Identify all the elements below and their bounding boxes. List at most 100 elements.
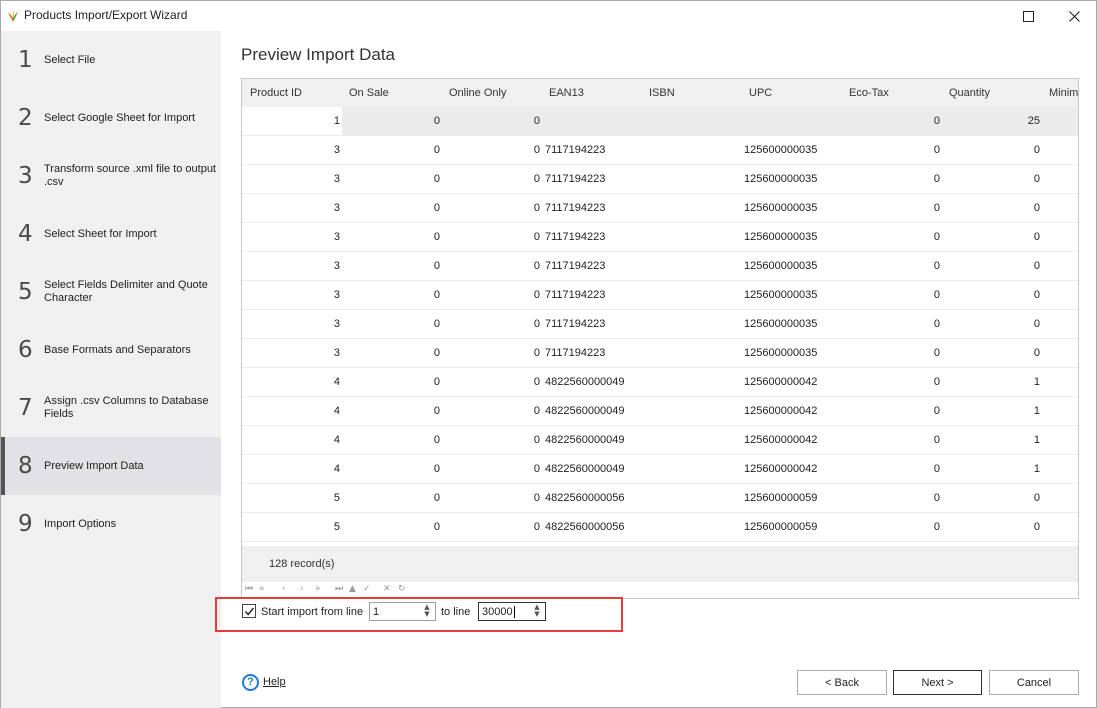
table-cell: 125600000035 xyxy=(744,144,818,156)
next-page-icon[interactable]: » xyxy=(315,584,321,594)
start-line-arrows[interactable]: ▲ ▼ xyxy=(420,604,434,619)
next-icon[interactable]: › xyxy=(300,584,304,594)
table-row[interactable]: 3 0 0 7117194223 125600000035 0 0 xyxy=(242,281,1078,310)
table-cell: 0 xyxy=(533,347,540,359)
column-header[interactable]: ISBN xyxy=(649,87,675,99)
table-cell: 0 xyxy=(533,202,540,214)
close-button[interactable] xyxy=(1051,1,1097,31)
step-preview-import-data[interactable]: 8 Preview Import Data xyxy=(1,437,221,495)
prev-page-icon[interactable]: « xyxy=(259,584,265,594)
table-cell: 0 xyxy=(933,144,940,156)
table-row[interactable]: 5 0 0 4822560000056 125600000059 0 0 xyxy=(242,513,1078,542)
table-cell: 125600000035 xyxy=(744,202,818,214)
table-cell: 0 xyxy=(933,318,940,330)
step-label: Select Fields Delimiter and Quote Charac… xyxy=(44,279,208,304)
first-icon[interactable]: ⏮ xyxy=(245,584,253,594)
end-line-arrows[interactable]: ▲ ▼ xyxy=(530,604,544,619)
table-cell: 0 xyxy=(933,434,940,446)
maximize-button[interactable] xyxy=(1005,1,1051,31)
start-line-spinner[interactable]: 1 ▲ ▼ xyxy=(369,602,436,621)
table-cell: 0 xyxy=(533,115,540,127)
column-header[interactable]: Quantity xyxy=(949,87,990,99)
step-select-google-sheet[interactable]: 2 Select Google Sheet for Import xyxy=(1,89,221,147)
table-cell: 0 xyxy=(433,289,440,301)
step-import-options[interactable]: 9 Import Options xyxy=(1,495,221,553)
step-select-file[interactable]: 1 Select File xyxy=(1,31,221,89)
end-line-value: 30000 xyxy=(482,606,513,618)
table-row[interactable]: 3 0 0 7117194223 125600000035 0 0 xyxy=(242,252,1078,281)
table-cell: 125600000035 xyxy=(744,231,818,243)
table-cell: 1 xyxy=(333,115,340,127)
table-row[interactable]: 3 0 0 7117194223 125600000035 0 0 xyxy=(242,339,1078,368)
table-cell: 0 xyxy=(933,289,940,301)
grid-header: Product ID On Sale Online Only EAN13 ISBN UPC… xyxy=(242,79,1078,107)
table-cell: 0 xyxy=(433,521,440,533)
table-row[interactable]: 3 0 0 7117194223 125600000035 0 0 xyxy=(242,194,1078,223)
table-cell: 0 xyxy=(433,405,440,417)
table-cell: 3 xyxy=(333,260,340,272)
table-row[interactable]: 5 0 0 4822560000056 125600000059 0 0 xyxy=(242,484,1078,513)
table-row[interactable]: 4 0 0 4822560000049 125600000042 0 1 xyxy=(242,455,1078,484)
step-delimiter[interactable]: 5 Select Fields Delimiter and Quote Char… xyxy=(1,263,221,321)
help-icon[interactable]: ? xyxy=(242,674,259,691)
column-header[interactable]: Eco-Tax xyxy=(849,87,889,99)
table-cell: 0 xyxy=(533,318,540,330)
column-header[interactable]: Minim xyxy=(1049,87,1078,99)
step-label: Base Formats and Separators xyxy=(44,343,191,356)
column-header[interactable]: EAN13 xyxy=(549,87,584,99)
column-header[interactable]: UPC xyxy=(749,87,772,99)
table-row[interactable]: 4 0 0 4822560000049 125600000042 0 1 xyxy=(242,397,1078,426)
step-select-sheet[interactable]: 4 Select Sheet for Import xyxy=(1,205,221,263)
last-icon[interactable]: ⏭ xyxy=(335,584,343,594)
step-label: Assign .csv Columns to Database Fields xyxy=(44,395,209,420)
table-row[interactable]: 3 0 0 7117194223 125600000035 0 0 xyxy=(242,223,1078,252)
step-label: Import Options xyxy=(44,517,117,530)
table-row[interactable]: 4 0 0 4822560000049 125600000042 0 1 xyxy=(242,368,1078,397)
help-link[interactable]: Help xyxy=(263,676,286,688)
check-icon[interactable]: ✕ xyxy=(383,584,391,594)
step-number: 4 xyxy=(18,221,33,247)
end-line-spinner[interactable]: 30000 ▲ ▼ xyxy=(478,602,546,621)
table-cell: 0 xyxy=(1033,202,1040,214)
window-title: Products Import/Export Wizard xyxy=(24,8,188,22)
table-cell: 0 xyxy=(433,318,440,330)
table-row[interactable]: 3 0 0 7117194223 125600000035 0 0 xyxy=(242,136,1078,165)
table-cell: 0 xyxy=(1033,492,1040,504)
title-bar: Products Import/Export Wizard xyxy=(1,1,1096,31)
table-row[interactable]: 4 0 0 4822560000049 125600000042 0 1 xyxy=(242,426,1078,455)
maximize-icon xyxy=(1022,10,1034,22)
table-cell: 3 xyxy=(333,347,340,359)
table-cell: 3 xyxy=(333,173,340,185)
table-row[interactable]: 3 0 0 7117194223 125600000035 0 0 xyxy=(242,165,1078,194)
table-cell: 125600000042 xyxy=(744,434,818,446)
table-cell: 4 xyxy=(333,405,340,417)
table-cell: 3 xyxy=(333,318,340,330)
cancel-icon[interactable]: ↻ xyxy=(398,584,406,594)
column-header[interactable]: On Sale xyxy=(349,87,389,99)
cancel-button[interactable]: Cancel xyxy=(989,670,1079,695)
table-cell: 0 xyxy=(533,376,540,388)
start-import-checkbox[interactable] xyxy=(242,604,256,618)
delete-icon[interactable]: ✓ xyxy=(363,584,371,594)
table-cell: 7117194223 xyxy=(545,318,606,330)
spin-down-icon[interactable]: ▼ xyxy=(420,611,434,618)
table-cell: 0 xyxy=(933,376,940,388)
next-button[interactable]: Next > xyxy=(893,670,982,695)
column-header[interactable]: Product ID xyxy=(250,87,302,99)
table-cell: 125600000035 xyxy=(744,260,818,272)
table-cell: 0 xyxy=(1033,521,1040,533)
prev-icon[interactable]: ‹ xyxy=(282,584,286,594)
column-header[interactable]: Online Only xyxy=(449,87,506,99)
insert-icon[interactable]: ▲ xyxy=(349,584,356,594)
table-cell: 0 xyxy=(533,260,540,272)
step-assign-columns[interactable]: 7 Assign .csv Columns to Database Fields xyxy=(1,379,221,437)
table-cell: 0 xyxy=(933,463,940,475)
table-row[interactable]: 3 0 0 7117194223 125600000035 0 0 xyxy=(242,310,1078,339)
step-base-formats[interactable]: 6 Base Formats and Separators xyxy=(1,321,221,379)
step-number: 7 xyxy=(18,395,33,421)
table-row[interactable]: 1 0 0 0 25 xyxy=(242,107,1078,136)
step-transform-xml[interactable]: 3 Transform source .xml file to output .… xyxy=(1,147,221,205)
table-cell: 0 xyxy=(433,434,440,446)
spin-down-icon[interactable]: ▼ xyxy=(530,611,544,618)
back-button[interactable]: < Back xyxy=(797,670,887,695)
